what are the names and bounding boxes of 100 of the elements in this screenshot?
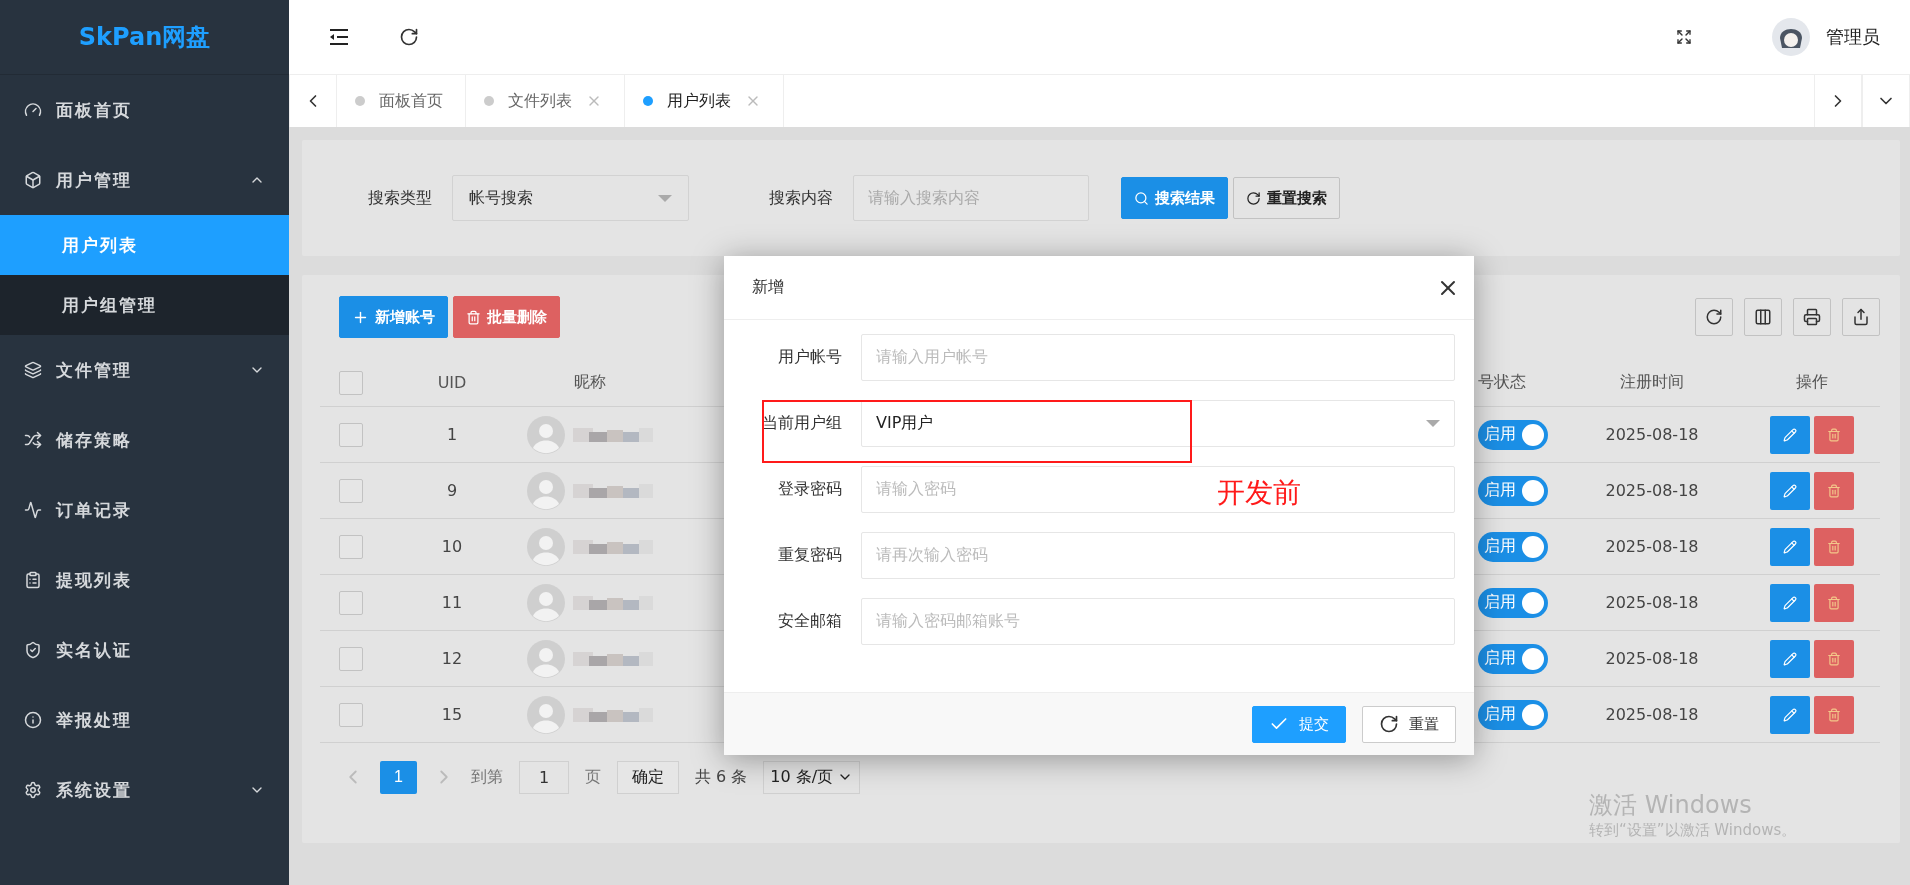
table-cell-text: 1 — [445, 425, 459, 444]
field-label: 用户帐号 — [777, 347, 843, 368]
delete-button[interactable] — [1814, 527, 1854, 566]
refresh-icon[interactable] — [399, 27, 419, 47]
clipboard-icon — [24, 571, 42, 589]
field-label: 安全邮箱 — [777, 611, 843, 632]
menu-fold-icon[interactable] — [329, 29, 349, 45]
edit-button[interactable] — [1770, 695, 1810, 734]
pencil-icon — [1783, 427, 1797, 442]
table-cell-text: 10 — [440, 537, 464, 556]
fullscreen-icon[interactable] — [1676, 29, 1692, 45]
pencil-icon — [1783, 707, 1797, 722]
column-header: 号状态 — [1477, 372, 1527, 393]
trash-icon — [1827, 651, 1841, 666]
pencil-icon — [1783, 651, 1797, 666]
avatar-icon — [527, 415, 565, 454]
table-cell-text: 2025-08-18 — [1604, 649, 1700, 668]
search-type-select[interactable]: 帐号搜索 — [452, 175, 689, 221]
refresh-icon — [1705, 308, 1723, 326]
edit-button[interactable] — [1770, 471, 1810, 510]
user-name[interactable]: 管理员 — [1826, 25, 1880, 49]
row-checkbox[interactable] — [339, 422, 363, 447]
row-checkbox[interactable] — [339, 478, 363, 503]
avatar-icon — [527, 527, 565, 566]
pencil-icon — [1783, 595, 1797, 610]
row-checkbox[interactable] — [339, 590, 363, 615]
sidebar-subitem[interactable]: 用户组管理 — [0, 275, 289, 335]
table-cell-text: 2025-08-18 — [1604, 537, 1700, 556]
sidebar-item[interactable]: 提现列表 — [0, 545, 289, 615]
status-switch[interactable]: 启用 — [1478, 475, 1548, 506]
edit-button[interactable] — [1770, 639, 1810, 678]
avatar-icon — [527, 639, 565, 678]
sidebar-item[interactable]: 系统设置 — [0, 755, 289, 825]
delete-button[interactable] — [1814, 471, 1854, 510]
page-size-select[interactable]: 10 条/页 — [763, 760, 861, 794]
delete-button[interactable] — [1814, 415, 1854, 454]
annotation-note: 开发前 — [1217, 475, 1301, 511]
avatar-icon[interactable] — [1772, 18, 1810, 56]
row-checkbox[interactable] — [339, 702, 363, 727]
table-cell-text: 2025-08-18 — [1604, 425, 1700, 444]
layers-icon — [24, 361, 42, 379]
reset-button[interactable]: 重置 — [1362, 705, 1456, 743]
table-cell-text: 2025-08-18 — [1604, 705, 1700, 724]
trash-icon — [466, 309, 481, 325]
table-cell-text: 9 — [445, 481, 459, 500]
column-header: 操作 — [1795, 372, 1829, 393]
sidebar-item[interactable]: 面板首页 — [0, 75, 289, 145]
delete-button[interactable] — [1814, 695, 1854, 734]
gauge-icon — [24, 101, 42, 119]
sidebar-item[interactable]: 文件管理 — [0, 335, 289, 405]
trash-icon — [1827, 539, 1841, 554]
status-switch[interactable]: 启用 — [1478, 587, 1548, 618]
tab-label: 面板首页 — [379, 90, 443, 112]
sidebar-item[interactable]: 实名认证 — [0, 615, 289, 685]
sidebar-item[interactable]: 储存策略 — [0, 405, 289, 475]
tab-label: 文件列表 — [508, 90, 572, 112]
batch-delete-button[interactable]: 批量删除 — [453, 296, 560, 338]
column-header: 昵称 — [573, 372, 607, 393]
status-switch[interactable]: 启用 — [1478, 531, 1548, 562]
page-unit: 页 — [585, 766, 601, 788]
row-checkbox[interactable] — [339, 534, 363, 559]
reset-button[interactable]: 重置搜索 — [1233, 177, 1340, 219]
delete-button[interactable] — [1814, 639, 1854, 678]
status-switch[interactable]: 启用 — [1478, 643, 1548, 674]
total-count: 共 6 条 — [695, 766, 748, 788]
edit-button[interactable] — [1770, 527, 1810, 566]
columns-button[interactable] — [1744, 298, 1782, 336]
shuffle-icon — [24, 431, 42, 449]
columns-icon — [1754, 308, 1772, 326]
trash-icon — [1827, 483, 1841, 498]
trash-icon — [1827, 595, 1841, 610]
sidebar-item[interactable]: 举报处理 — [0, 685, 289, 755]
page-input[interactable]: 1 — [519, 760, 569, 794]
sidebar-item[interactable]: 订单记录 — [0, 475, 289, 545]
table-cell-text: 12 — [440, 649, 464, 668]
row-checkbox[interactable] — [339, 646, 363, 671]
sidebar-item[interactable]: 用户管理 — [0, 145, 289, 215]
edit-button[interactable] — [1770, 583, 1810, 622]
field-label: 搜索内容 — [769, 187, 833, 209]
export-button[interactable] — [1842, 298, 1880, 336]
shield-check-icon — [24, 641, 42, 659]
refresh-icon — [1246, 190, 1261, 206]
printer-icon — [1803, 308, 1821, 326]
refresh-icon — [1379, 714, 1399, 734]
pencil-icon — [1783, 483, 1797, 498]
print-button[interactable] — [1793, 298, 1831, 336]
goto-label: 到第 — [471, 766, 503, 788]
delete-button[interactable] — [1814, 583, 1854, 622]
pulse-icon — [24, 501, 42, 519]
refresh-button[interactable] — [1695, 298, 1733, 336]
status-switch[interactable]: 启用 — [1478, 699, 1548, 730]
select-all-checkbox[interactable] — [339, 370, 363, 395]
confirm-button[interactable]: 确定 — [617, 760, 679, 794]
dialog-title: 新增 — [752, 277, 784, 298]
status-switch[interactable]: 启用 — [1478, 419, 1548, 450]
column-header: 注册时间 — [1619, 372, 1685, 393]
table-cell-text: 11 — [440, 593, 464, 612]
field-label: 登录密码 — [777, 479, 843, 500]
edit-button[interactable] — [1770, 415, 1810, 454]
settings-icon — [24, 781, 42, 799]
